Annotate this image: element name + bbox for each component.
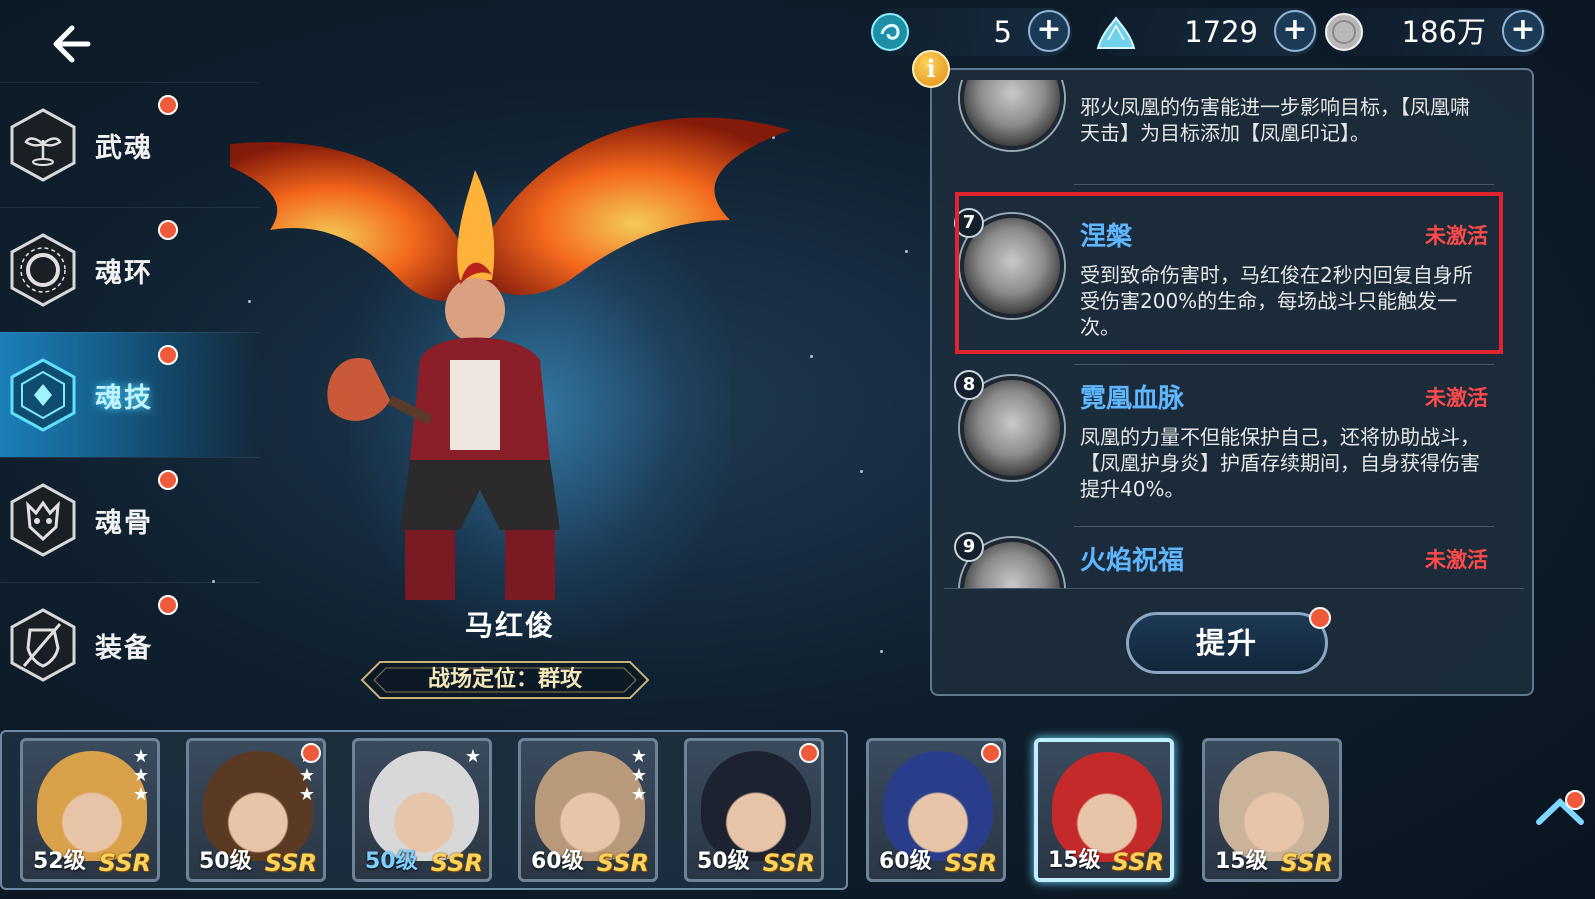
currency-value: 5: [993, 15, 1012, 49]
hero-card[interactable]: 50级 SSR: [684, 738, 824, 882]
menu-item-wuhun[interactable]: 武魂: [0, 82, 260, 207]
side-menu: 武魂 魂环 魂技 魂骨 装备: [0, 82, 260, 707]
hero-card[interactable]: ★ ★ ★ 60级 SSR: [518, 738, 658, 882]
menu-label: 魂技: [95, 382, 153, 414]
hero-level: 50级: [697, 849, 750, 874]
hero-rarity: SSR: [944, 849, 997, 877]
hero-card[interactable]: 15级 SSR: [1202, 738, 1342, 882]
bone-mask-icon: [10, 483, 76, 557]
skill-icon: [960, 80, 1064, 150]
currency-value: 186万: [1401, 15, 1486, 49]
hero-rarity: SSR: [762, 849, 815, 877]
skill-name: 火焰祝福: [1080, 546, 1185, 576]
soul-orb-icon: [871, 13, 909, 51]
hero-card[interactable]: ★ 50级 SSR: [352, 738, 492, 882]
skill-panel: 邪火凤凰的伤害能进一步影响目标，【凤凰啸天击】为目标添加【凤凰印记】。 7 涅槃…: [930, 68, 1534, 696]
hero-level: 50级: [365, 849, 418, 874]
notification-dot: [158, 470, 178, 490]
highlight-frame: [955, 192, 1503, 354]
role-text: 战场定位：群攻: [427, 667, 582, 692]
add-currency-button[interactable]: +: [1028, 10, 1070, 52]
skill-number: 9: [954, 532, 984, 562]
skill-name: 霓凰血脉: [1080, 384, 1185, 414]
chevron-up-icon: [1536, 790, 1585, 825]
sprout-icon: [10, 108, 76, 182]
add-currency-button[interactable]: +: [1502, 10, 1544, 52]
currency-soul-orb: 5 +: [871, 8, 1072, 56]
character-name: 马红俊: [464, 609, 555, 642]
notification-dot: [301, 743, 321, 763]
notification-dot: [1309, 607, 1331, 629]
hero-rarity: SSR: [1280, 849, 1333, 877]
hero-level: 60级: [531, 849, 584, 874]
hero-rarity: SSR: [430, 849, 483, 877]
silver-coin-icon: [1325, 13, 1363, 51]
skill-status: 未激活: [1425, 548, 1488, 572]
add-currency-button[interactable]: +: [1274, 10, 1316, 52]
hero-rarity: SSR: [596, 849, 649, 877]
hero-card[interactable]: 60级 SSR: [866, 738, 1006, 882]
menu-label: 魂骨: [95, 507, 153, 539]
notification-dot: [799, 743, 819, 763]
menu-item-hunji[interactable]: 魂技: [0, 332, 260, 457]
character-model[interactable]: [230, 60, 850, 640]
notification-dot: [158, 220, 178, 240]
notification-dot: [158, 345, 178, 365]
skill-description: 邪火凤凰的伤害能进一步影响目标，【凤凰啸天击】为目标添加【凤凰印记】。: [1080, 95, 1470, 145]
notification-dot: [158, 595, 178, 615]
menu-item-hunhuan[interactable]: 魂环: [0, 207, 260, 332]
menu-item-hungu[interactable]: 魂骨: [0, 457, 260, 582]
info-button[interactable]: i: [912, 50, 950, 88]
skill-status: 未激活: [1425, 386, 1488, 410]
menu-label: 魂环: [95, 257, 153, 289]
currency-value: 1729: [1184, 15, 1258, 49]
hero-rarity: SSR: [98, 849, 151, 877]
hero-level: 52级: [33, 849, 86, 874]
star-rating: ★: [464, 746, 482, 767]
hero-card[interactable]: ★ ★ ★ 52级 SSR: [20, 738, 160, 882]
crystal-pile-icon: [1096, 16, 1136, 49]
arrow-left-icon: [53, 25, 91, 63]
menu-label: 装备: [95, 632, 153, 664]
hero-level: 50级: [199, 849, 252, 874]
role-tag: 战场定位：群攻: [360, 660, 650, 700]
hero-level: 15级: [1215, 849, 1268, 874]
upgrade-label: 提升: [1195, 626, 1258, 660]
menu-label: 武魂: [95, 132, 153, 164]
ring-icon: [10, 233, 76, 307]
skill-number: 8: [954, 370, 984, 400]
hero-card[interactable]: ★ ★ ★50级SSR: [186, 738, 326, 882]
currency-silver: 186万 +: [1325, 8, 1546, 56]
shield-icon: [10, 608, 76, 682]
menu-item-zhuangbei[interactable]: 装备: [0, 582, 260, 707]
notification-dot: [158, 95, 178, 115]
hero-rarity: SSR: [264, 849, 317, 877]
skill-description: 凤凰的力量不但能保护自己，还将协助战斗，【凤凰护身炎】护盾存续期间，自身获得伤害…: [1080, 425, 1480, 501]
hero-level: 60级: [879, 849, 932, 874]
back-button[interactable]: [48, 18, 100, 70]
hero-level: 15级: [1048, 848, 1101, 873]
hero-card[interactable]: 15级 SSR: [1034, 738, 1174, 882]
star-rating: ★ ★ ★: [630, 746, 648, 805]
skill-crystal-icon: [10, 358, 76, 432]
upgrade-button[interactable]: 提升: [1126, 607, 1331, 674]
hero-rarity: SSR: [1111, 848, 1164, 876]
star-rating: ★ ★ ★: [132, 746, 150, 805]
currency-crystal: 1729 +: [1096, 8, 1318, 56]
notification-dot: [981, 743, 1001, 763]
expand-button[interactable]: [1535, 790, 1585, 830]
